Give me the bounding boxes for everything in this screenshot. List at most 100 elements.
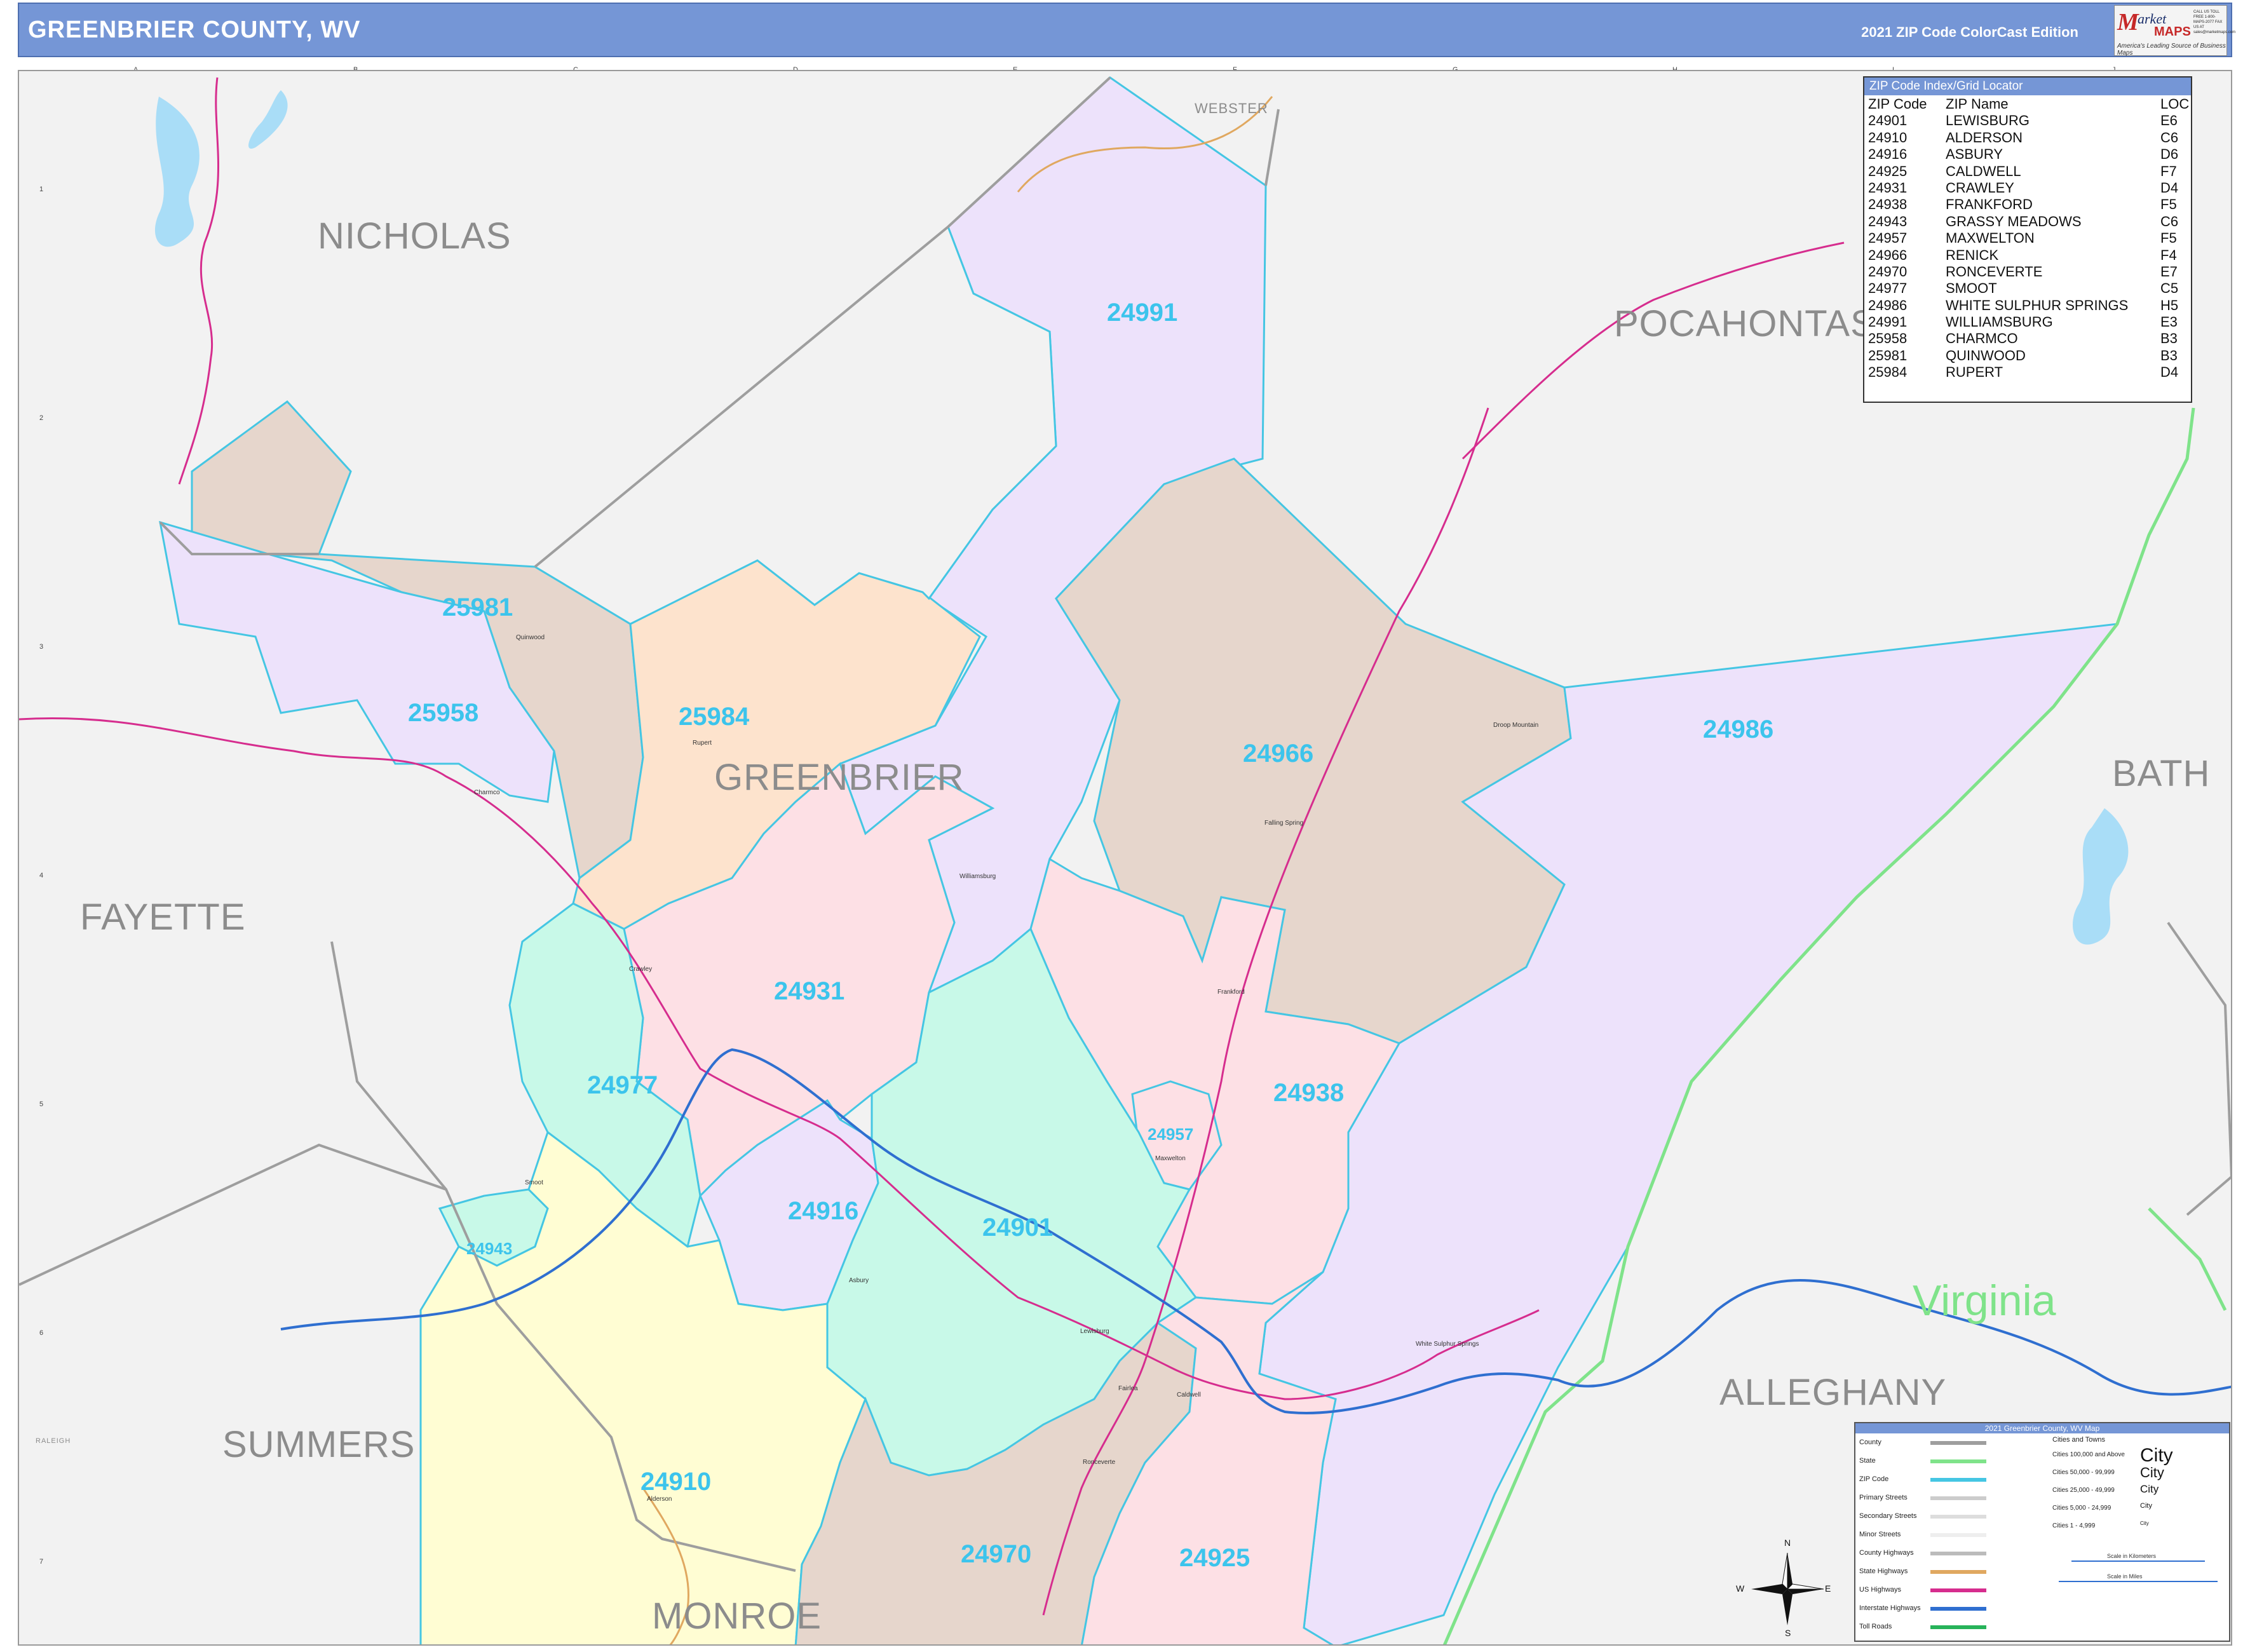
loc-col-header: LOC <box>2160 96 2190 112</box>
logo-maps: MAPS <box>2154 25 2191 39</box>
zip-index-name: FRANKFORD <box>1946 196 2033 213</box>
zip-index-loc: B3 <box>2160 347 2178 363</box>
grid-num-5: 5 <box>39 1100 44 1108</box>
zip-index-name: SMOOT <box>1946 280 1997 297</box>
legend-line-swatch <box>1930 1533 1986 1537</box>
zip-index-zip: 25984 <box>1868 364 1908 381</box>
zip-index-name: RUPERT <box>1946 364 2003 381</box>
compass-s: S <box>1785 1628 1791 1638</box>
zip-label-24931: 24931 <box>774 977 845 1005</box>
town-fairlea: Fairlea <box>1118 1385 1138 1392</box>
town-lewisburg: Lewisburg <box>1080 1328 1109 1335</box>
county-label-bath: BATH <box>2112 753 2211 794</box>
county-label-pocahontas: POCAHONTAS <box>1614 303 1876 344</box>
scale-km-bar <box>2071 1561 2205 1562</box>
zip-label-24943: 24943 <box>466 1239 513 1258</box>
zip-index-loc: E7 <box>2160 263 2178 280</box>
legend-line-label: County <box>1859 1439 1881 1446</box>
scale-mi-bar <box>2059 1581 2218 1582</box>
zip-index-loc: F5 <box>2160 230 2177 247</box>
town-falling-spring: Falling Spring <box>1264 820 1304 827</box>
compass-e: E <box>1825 1583 1831 1594</box>
town-frankford: Frankford <box>1217 989 1245 996</box>
county-label-alleghany: ALLEGHANY <box>1719 1372 1947 1413</box>
zip-index-row: 24991 WILLIAMSBURG E3 <box>1864 313 2191 330</box>
zip-label-24925: 24925 <box>1179 1544 1250 1572</box>
zip-label-24901: 24901 <box>982 1214 1054 1242</box>
legend-city-symbol: City <box>2140 1464 2164 1480</box>
zip-index-name: ASBURY <box>1946 146 2003 163</box>
legend-line-swatch <box>1930 1607 1986 1611</box>
zip-label-24966: 24966 <box>1243 740 1314 768</box>
zip-index-title: ZIP Code Index/Grid Locator <box>1864 78 2191 95</box>
zip-index-loc: F5 <box>2160 196 2177 213</box>
county-label-raleigh: RALEIGH <box>36 1437 71 1445</box>
town-crawley: Crawley <box>629 966 653 973</box>
compass-icon <box>1751 1552 1824 1625</box>
zip-index-row: 24970 RONCEVERTE E7 <box>1864 263 2191 280</box>
legend-line-swatch <box>1930 1459 1986 1463</box>
zip-index-name: MAXWELTON <box>1946 230 2035 247</box>
legend-city-symbol: City <box>2140 1502 2152 1510</box>
legend-line-label: Primary Streets <box>1859 1494 1908 1501</box>
legend-line-swatch <box>1930 1515 1986 1519</box>
town-charmco: Charmco <box>474 789 500 796</box>
legend-line-label: County Highways <box>1859 1549 1914 1557</box>
legend-title: 2021 Greenbrier County, WV Map <box>1855 1423 2229 1433</box>
legend-city-label: Cities 100,000 and Above <box>2052 1451 2125 1458</box>
title-bar: GREENBRIER COUNTY, WV 2021 ZIP Code Colo… <box>18 3 2235 57</box>
zip-index-row: 24938 FRANKFORD F5 <box>1864 196 2191 212</box>
zip-index-header: ZIP Code ZIP Name LOC <box>1864 95 2191 112</box>
zip-index-zip: 24938 <box>1868 196 1908 213</box>
county-label-summers: SUMMERS <box>222 1424 416 1465</box>
name-col-header: ZIP Name <box>1946 96 2009 112</box>
zip-label-24991: 24991 <box>1107 299 1178 327</box>
zip-index-rows: 24901 LEWISBURG E6 24910 ALDERSON C6 24916 ASBU… <box>1864 112 2191 380</box>
zip-index-name: RONCEVERTE <box>1946 263 2043 280</box>
zip-index-row: 24977 SMOOT C5 <box>1864 280 2191 296</box>
town-caldwell: Caldwell <box>1177 1391 1201 1398</box>
grid-num-3: 3 <box>39 643 44 651</box>
zip-label-25984: 25984 <box>679 703 750 731</box>
logo-mark: M <box>2117 9 2139 36</box>
zip-index-zip: 24957 <box>1868 230 1908 247</box>
zip-index-zip: 24916 <box>1868 146 1908 163</box>
legend-line-label: Toll Roads <box>1859 1623 1892 1630</box>
county-label-greenbrier: GREENBRIER <box>714 757 965 798</box>
zip-index-loc: C5 <box>2160 280 2179 297</box>
zip-index-zip: 24901 <box>1868 112 1908 129</box>
legend-city-label: Cities 1 - 4,999 <box>2052 1522 2096 1529</box>
legend-city-label: Cities 25,000 - 49,999 <box>2052 1487 2115 1494</box>
zip-index-loc: E3 <box>2160 314 2178 330</box>
zip-index-loc: D6 <box>2160 146 2179 163</box>
zip-index-name: CRAWLEY <box>1946 179 2014 196</box>
legend-line-label: State <box>1859 1457 1876 1465</box>
zip-index-zip: 25981 <box>1868 347 1908 363</box>
zip-index-zip: 24910 <box>1868 129 1908 146</box>
zip-label-24977: 24977 <box>587 1071 658 1099</box>
legend-line-label: Interstate Highways <box>1859 1604 1921 1612</box>
legend-line-swatch <box>1930 1588 1986 1592</box>
town-asbury: Asbury <box>849 1277 869 1284</box>
legend-line-label: ZIP Code <box>1859 1475 1889 1483</box>
scale-km-label: Scale in Kilometers <box>2107 1553 2157 1559</box>
zip-index-zip: 24931 <box>1868 179 1908 196</box>
legend-line-swatch <box>1930 1552 1986 1555</box>
legend-city-symbol: City <box>2140 1445 2173 1466</box>
zip-index-name: GRASSY MEADOWS <box>1946 213 2082 229</box>
grid-num-6: 6 <box>39 1329 44 1337</box>
zip-index-zip: 24966 <box>1868 247 1908 263</box>
zip-index-row: 25984 RUPERT D4 <box>1864 363 2191 380</box>
legend-line-swatch <box>1930 1496 1986 1500</box>
zip-col-header: ZIP Code <box>1868 96 1927 112</box>
zip-index-loc: F4 <box>2160 247 2177 263</box>
zip-index-loc: C6 <box>2160 129 2179 146</box>
county-label-fayette: FAYETTE <box>80 897 246 938</box>
legend-city-symbol: City <box>2140 1483 2159 1496</box>
legend-line-swatch <box>1930 1478 1986 1482</box>
zip-index-name: WILLIAMSBURG <box>1946 314 2053 330</box>
town-alderson: Alderson <box>647 1496 672 1503</box>
zip-index-loc: D4 <box>2160 364 2179 381</box>
county-label-webster: WEBSTER <box>1195 100 1268 116</box>
legend-city-label: Cities 50,000 - 99,999 <box>2052 1469 2115 1476</box>
